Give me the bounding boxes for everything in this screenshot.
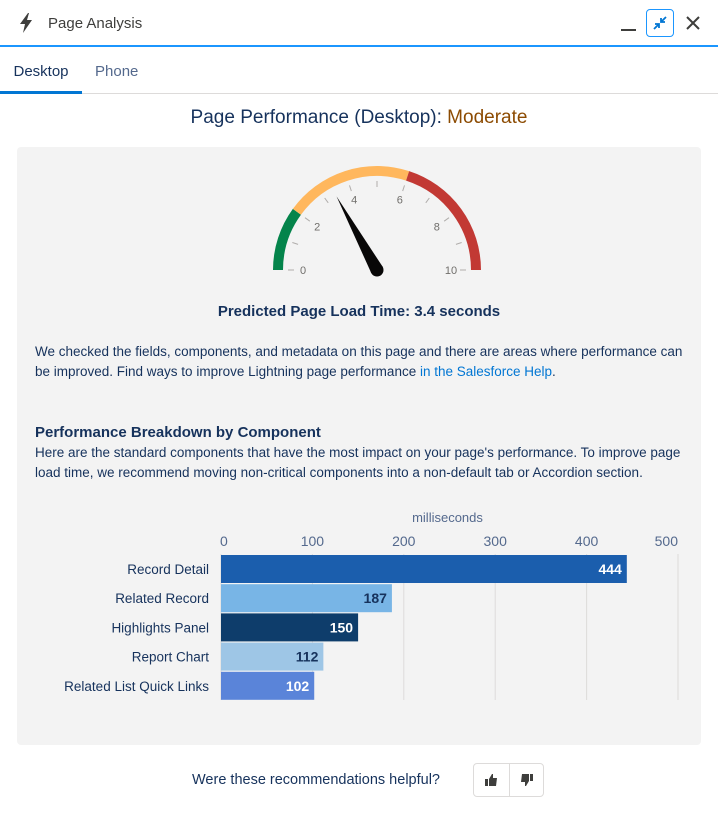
collapse-button[interactable]	[646, 9, 674, 37]
gauge-zone-0	[273, 208, 302, 271]
chart-x-tick-label: 100	[301, 533, 325, 549]
close-button[interactable]	[682, 12, 704, 34]
chart-x-tick-label: 0	[220, 533, 228, 549]
performance-rating: Moderate	[447, 107, 528, 128]
chart-bar	[221, 555, 627, 583]
gauge-tick-label: 6	[397, 195, 403, 207]
gauge-zone-2	[405, 171, 481, 271]
chart-category-label: Record Detail	[127, 562, 209, 577]
chart-category-label: Related List Quick Links	[64, 679, 209, 694]
gauge-tick-label: 8	[434, 222, 440, 234]
thumbs-up-button[interactable]	[474, 764, 510, 796]
gauge-tick	[292, 242, 299, 245]
feedback-question: Were these recommendations helpful?	[192, 772, 440, 788]
gauge-needle-hub	[370, 263, 384, 277]
gauge-tick	[324, 197, 329, 204]
predicted-load-time: Predicted Page Load Time: 3.4 seconds	[217, 303, 501, 320]
close-icon	[686, 16, 700, 30]
salesforce-help-link[interactable]: in the Salesforce Help	[420, 364, 552, 379]
chart-x-tick-label: 300	[484, 533, 508, 549]
chart-value-label: 102	[286, 678, 310, 694]
tab-phone[interactable]: Phone	[95, 63, 138, 80]
analysis-panel: 0 2 4 6 8 10 Predicted Page Load Time: 3.4 se…	[17, 147, 701, 745]
thumbs-down-icon	[521, 774, 533, 786]
chart-value-label: 444	[598, 561, 622, 577]
performance-title-prefix: Page Performance (Desktop):	[190, 107, 442, 128]
gauge-needle	[336, 196, 383, 274]
load-time-gauge: 0 2 4 6 8 10	[273, 166, 481, 277]
feedback-button-group	[473, 763, 544, 797]
chart-x-tick-label: 200	[392, 533, 416, 549]
analysis-description: We checked the fields, components, and m…	[35, 342, 685, 382]
gauge-tick-label: 10	[445, 265, 457, 277]
chart-value-label: 150	[330, 619, 354, 635]
gauge-tick	[304, 217, 311, 222]
description-text: We checked the fields, components, and m…	[35, 344, 683, 379]
thumbs-up-icon	[485, 774, 497, 786]
page-performance-title: Page Performance (Desktop): Moderate	[0, 107, 718, 129]
window-header: Page Analysis	[0, 0, 718, 47]
chart-x-tick-label: 400	[575, 533, 599, 549]
minimize-button[interactable]	[616, 11, 642, 37]
chart-category-label: Report Chart	[132, 650, 210, 665]
gauge-tick-label: 2	[314, 222, 320, 234]
chart-category-label: Highlights Panel	[111, 620, 209, 635]
breakdown-description: Here are the standard components that ha…	[35, 445, 681, 480]
tab-desktop[interactable]: Desktop	[0, 63, 82, 94]
chart-value-label: 187	[364, 590, 388, 606]
gauge-tick	[349, 185, 352, 192]
chart-category-label: Related Record	[115, 591, 209, 606]
breakdown-title: Performance Breakdown by Component	[35, 424, 321, 441]
window-title: Page Analysis	[48, 15, 143, 32]
gauge-tick	[425, 197, 430, 204]
tab-bar: Desktop Phone	[0, 48, 718, 94]
chart-x-tick-label: 500	[655, 533, 679, 549]
lightning-bolt-icon	[20, 13, 32, 33]
chart-x-axis-title: milliseconds	[412, 510, 483, 525]
gauge-tick	[402, 185, 405, 192]
gauge-tick	[443, 217, 450, 222]
feedback-row: Were these recommendations helpful?	[0, 763, 718, 799]
gauge-tick	[455, 242, 462, 245]
gauge-tick-label: 0	[300, 265, 306, 277]
thumbs-down-button[interactable]	[509, 764, 544, 796]
component-breakdown-chart: milliseconds 0 100 200 300 400 500 Record Detai…	[64, 510, 679, 700]
gauge-tick-label: 4	[351, 195, 357, 207]
chart-value-label: 112	[296, 649, 319, 665]
collapse-arrows-icon	[653, 16, 667, 30]
description-end: .	[552, 364, 556, 379]
